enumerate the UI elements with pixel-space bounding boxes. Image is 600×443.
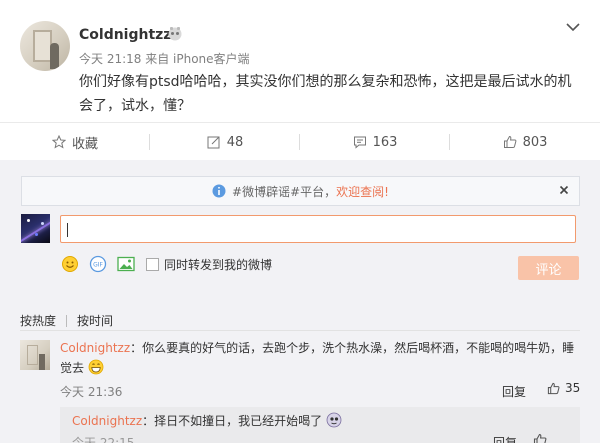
forward-icon (207, 136, 220, 149)
star-icon (51, 135, 66, 149)
gif-icon[interactable]: GIF (88, 254, 108, 274)
like-count: 803 (522, 134, 548, 150)
comment-button[interactable]: 163 (300, 123, 450, 161)
emoji-icon[interactable] (60, 254, 80, 274)
sort-divider (66, 314, 68, 327)
sticker-icon (326, 412, 342, 428)
favorite-button[interactable]: 收藏 (0, 123, 150, 161)
text-caret (67, 223, 68, 237)
comment-sort-tabs: 按热度 按时间 (20, 312, 113, 329)
author-avatar[interactable] (20, 21, 70, 71)
comment-count: 163 (372, 134, 398, 150)
comment-section: #微博辟谣#平台， 欢迎查阅! GIF 同时转发到我的微博 评论 按热度 按时间… (0, 160, 600, 443)
sub-comment: Coldnightzz：择日不如撞日，我已经开始喝了 今天 22:15 回复 (60, 407, 580, 443)
svg-text:GIF: GIF (93, 262, 103, 269)
author-username[interactable]: Coldnightzz (79, 27, 171, 43)
post-actions-bar: 收藏 48 163 803 (0, 122, 600, 162)
comment-text: Coldnightzz：你么要真的好气的话，去跑个步，洗个热水澡，然后喝杯酒，不… (60, 338, 580, 378)
also-forward-label: 同时转发到我的微博 (164, 257, 273, 272)
comment-icon (353, 136, 366, 149)
notice-link[interactable]: 欢迎查阅! (336, 183, 389, 200)
sub-comment-time: 今天 22:15 (72, 436, 135, 443)
current-user-avatar[interactable] (21, 214, 50, 243)
forward-button[interactable]: 48 (150, 123, 300, 161)
post-text: 你们好像有ptsd哈哈哈，其实没你们想的那么复杂和恐怖，这把是最后试水的机会了，… (79, 74, 572, 114)
comment-like-button[interactable]: 35 (547, 381, 580, 395)
rumor-notice-banner: #微博辟谣#平台， 欢迎查阅! (21, 176, 580, 206)
divider (20, 330, 580, 331)
thumbs-up-icon (547, 382, 560, 394)
favorite-label: 收藏 (71, 136, 98, 152)
close-icon[interactable] (557, 183, 571, 197)
sub-commenter-username[interactable]: Coldnightzz (72, 414, 142, 428)
chevron-down-icon[interactable] (562, 16, 584, 38)
notice-text: #微博辟谣#平台， (232, 184, 337, 199)
image-icon[interactable] (116, 254, 136, 274)
sub-comment-text: Coldnightzz：择日不如撞日，我已经开始喝了 (72, 411, 342, 431)
compose-toolbar: GIF 同时转发到我的微博 (60, 254, 272, 274)
member-badge-icon[interactable] (167, 26, 183, 41)
forward-count: 48 (226, 134, 244, 150)
also-forward-checkbox[interactable] (146, 257, 159, 271)
like-button[interactable]: 803 (450, 123, 600, 161)
sub-comment-body: ：择日不如撞日，我已经开始喝了 (142, 414, 323, 428)
sort-by-hot-tab[interactable]: 按热度 (20, 312, 56, 329)
reply-button[interactable]: 回复 (502, 383, 526, 400)
sub-reply-button[interactable]: 回复 (493, 434, 517, 443)
info-icon (212, 184, 226, 198)
comment-time: 今天 21:36 (60, 385, 123, 399)
comment-like-count: 35 (565, 381, 581, 395)
thumbs-up-icon[interactable] (533, 433, 547, 443)
commenter-avatar[interactable] (20, 340, 50, 370)
submit-comment-button[interactable]: 评论 (518, 256, 579, 280)
sort-by-time-tab[interactable]: 按时间 (77, 312, 113, 329)
thumbs-up-icon (503, 135, 516, 148)
weibo-post: Coldnightzz 今天 21:18 来自 iPhone客户端 你们好像有p… (0, 0, 600, 122)
comment-body: ：你么要真的好气的话，去跑个步，洗个热水澡，然后喝杯酒，不能喝的喝牛奶，睡觉去 (60, 341, 575, 375)
post-meta: 今天 21:18 来自 iPhone客户端 (79, 52, 250, 66)
comment-input[interactable] (60, 215, 576, 243)
commenter-username[interactable]: Coldnightzz (60, 341, 130, 355)
grin-emoji-icon (88, 359, 104, 375)
